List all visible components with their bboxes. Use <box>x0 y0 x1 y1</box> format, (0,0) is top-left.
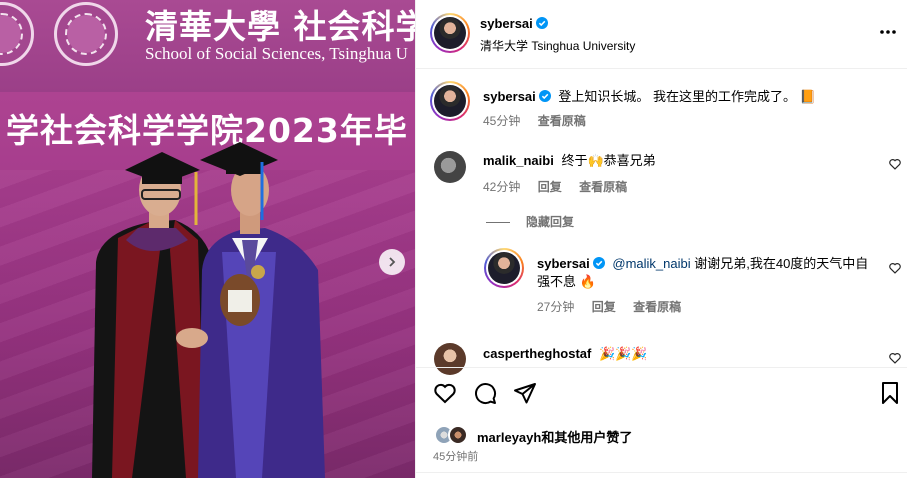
likes-suffix: 和其他用户赞了 <box>541 430 633 445</box>
reply-meta: 27分钟 回复 查看原稿 <box>537 298 695 315</box>
heart-icon[interactable] <box>433 381 457 405</box>
comment-time: 42分钟 <box>483 180 521 194</box>
comment-meta: 42分钟 回复 查看原稿 <box>483 178 641 195</box>
comment: malik_naibi 终于🙌恭喜兄弟 <box>483 152 863 170</box>
graduate-figure <box>198 142 325 478</box>
caption-time: 45分钟 <box>483 114 521 128</box>
share-icon[interactable] <box>513 381 537 405</box>
author-username[interactable]: sybersai <box>480 16 533 31</box>
commenter-avatar[interactable] <box>434 343 466 375</box>
hide-replies-button[interactable]: 隐藏回复 <box>486 213 574 230</box>
caption-avatar[interactable] <box>430 81 470 121</box>
heart-icon[interactable] <box>888 261 902 275</box>
reply-time: 27分钟 <box>537 300 575 314</box>
bottom-divider <box>416 472 907 473</box>
post-location[interactable]: 清华大学 Tsinghua University <box>480 37 635 54</box>
caption-translate-link[interactable]: 查看原稿 <box>538 114 586 128</box>
caption-username[interactable]: sybersai <box>483 89 536 104</box>
comment-icon[interactable] <box>473 381 497 405</box>
reply: sybersai @malik_naibi 谢谢兄弟,我在40度的天气中自强不息… <box>537 255 877 291</box>
verified-badge-icon <box>538 90 551 102</box>
comment-reply-button[interactable]: 回复 <box>538 180 562 194</box>
likes-summary[interactable]: marleyayh和其他用户赞了 <box>477 427 632 446</box>
reply-translate-link[interactable]: 查看原稿 <box>633 300 681 314</box>
comment-text: 🎉🎉🎉 <box>599 346 648 361</box>
comment-username[interactable]: caspertheghostaf <box>483 346 591 361</box>
comment-translate-link[interactable]: 查看原稿 <box>579 180 627 194</box>
post-timestamp[interactable]: 45分钟前 <box>433 448 478 464</box>
comment-text: 终于🙌恭喜兄弟 <box>561 153 656 168</box>
comment: caspertheghostaf 🎉🎉🎉 <box>483 345 648 363</box>
professor-figure <box>92 152 212 478</box>
author-avatar[interactable] <box>430 13 470 53</box>
post-side-panel: sybersai 清华大学 Tsinghua University sybers… <box>415 0 907 478</box>
chevron-right-icon <box>389 257 396 267</box>
header-divider <box>416 68 907 69</box>
reply-avatar[interactable] <box>484 248 524 288</box>
actions-divider <box>416 367 907 368</box>
more-horizontal-icon[interactable] <box>878 24 898 40</box>
graduates-figure <box>92 142 325 478</box>
avatar <box>448 425 468 445</box>
liker-avatars[interactable] <box>434 425 474 445</box>
author-name-row: sybersai <box>480 16 548 31</box>
verified-badge-icon <box>535 17 548 29</box>
reply-reply-button[interactable]: 回复 <box>592 300 616 314</box>
caption-meta: 45分钟 查看原稿 <box>483 112 600 129</box>
carousel-next-button[interactable] <box>379 249 405 275</box>
post-photo[interactable]: 清華大學 社会科学学 School of Social Sciences, Ts… <box>0 0 415 478</box>
comment-username[interactable]: malik_naibi <box>483 153 554 168</box>
caption: sybersai 登上知识长城。 我在这里的工作完成了。 📙 <box>483 88 893 106</box>
reply-username[interactable]: sybersai <box>537 256 590 271</box>
caption-text: 登上知识长城。 我在这里的工作完成了。 📙 <box>558 89 816 104</box>
verified-badge-icon <box>592 257 605 269</box>
reply-mention-link[interactable]: @malik_naibi <box>612 256 690 271</box>
commenter-avatar[interactable] <box>434 151 466 183</box>
heart-icon[interactable] <box>888 351 902 365</box>
bookmark-icon[interactable] <box>878 381 902 405</box>
heart-icon[interactable] <box>888 157 902 171</box>
liker-username[interactable]: marleyayh <box>477 430 541 445</box>
